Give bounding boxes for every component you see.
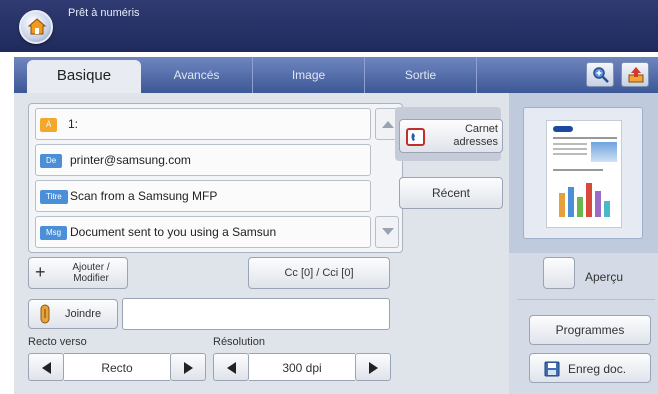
arrow-right-icon: [184, 362, 193, 374]
subject-field[interactable]: Titre Scan from a Samsung MFP: [35, 180, 371, 212]
to-value: 1:: [68, 117, 79, 131]
programs-button[interactable]: Programmes: [529, 315, 651, 345]
tab-sortie[interactable]: Sortie: [365, 57, 477, 93]
scroll-down-button[interactable]: [375, 216, 399, 248]
floppy-disk-icon: [544, 361, 560, 377]
tab-image[interactable]: Image: [253, 57, 365, 93]
address-book-label-2: adresses: [453, 136, 498, 148]
save-doc-label: Enreg doc.: [568, 362, 627, 376]
duplex-next-button[interactable]: [170, 353, 206, 381]
recent-button[interactable]: Récent: [399, 177, 503, 209]
tab-bar: Basique Avancés Image Sortie: [14, 57, 658, 93]
arrow-left-icon: [42, 362, 51, 374]
cc-bcc-button[interactable]: Cc [0] / Cci [0]: [248, 257, 390, 289]
from-badge: De: [40, 154, 63, 168]
message-value: Document sent to you using a Samsun: [70, 225, 277, 239]
thumbnail-photo: [591, 142, 617, 162]
right-panel: Aperçu Programmes Enreg doc.: [509, 93, 658, 394]
to-field[interactable]: À 1:: [35, 108, 371, 140]
address-book-button[interactable]: Carnet adresses: [399, 119, 503, 153]
address-book-icon: [406, 128, 425, 146]
preview-checkbox[interactable]: [543, 257, 575, 289]
status-bar: Prêt à numéris: [0, 0, 658, 52]
chevron-down-icon: [382, 228, 394, 235]
from-value: printer@samsung.com: [70, 153, 191, 167]
upload-button[interactable]: [621, 62, 649, 87]
preview-label: Aperçu: [585, 270, 624, 284]
attach-button[interactable]: Joindre: [28, 299, 118, 329]
plus-icon: +: [35, 262, 46, 282]
main-panel: À 1: De printer@samsung.com Titre Scan f…: [14, 93, 509, 394]
resolution-label: Résolution: [213, 336, 265, 348]
arrow-right-icon: [369, 362, 378, 374]
home-icon: [27, 17, 47, 40]
thumbnail-chart: [557, 179, 615, 217]
address-book-label-1: Carnet: [464, 123, 498, 135]
duplex-value: Recto: [64, 353, 170, 381]
preview-frame[interactable]: [523, 107, 643, 239]
subject-value: Scan from a Samsung MFP: [70, 189, 218, 203]
status-text: Prêt à numéris: [68, 7, 140, 19]
samsung-logo-icon: [553, 126, 573, 132]
tab-basique[interactable]: Basique: [27, 60, 141, 93]
duplex-label: Recto verso: [28, 336, 87, 348]
to-badge: À: [40, 118, 58, 132]
attach-label: Joindre: [65, 308, 102, 320]
add-modify-label-2: Modifier: [73, 273, 109, 284]
from-field[interactable]: De printer@samsung.com: [35, 144, 371, 176]
duplex-prev-button[interactable]: [28, 353, 64, 381]
message-badge: Msg: [40, 226, 68, 240]
resolution-value: 300 dpi: [249, 353, 355, 381]
resolution-prev-button[interactable]: [213, 353, 249, 381]
arrow-left-icon: [227, 362, 236, 374]
add-modify-label-1: Ajouter /: [72, 262, 110, 273]
zoom-in-icon: [593, 67, 609, 83]
paperclip-icon: [40, 304, 50, 324]
subject-badge: Titre: [40, 190, 68, 204]
resolution-next-button[interactable]: [355, 353, 391, 381]
home-button[interactable]: [19, 10, 53, 44]
attachment-field[interactable]: [122, 298, 390, 330]
message-field[interactable]: Msg Document sent to you using a Samsun: [35, 216, 371, 248]
tab-avances[interactable]: Avancés: [141, 57, 253, 93]
upload-icon: [628, 67, 644, 83]
chevron-up-icon: [382, 121, 394, 128]
save-doc-button[interactable]: Enreg doc.: [529, 353, 651, 383]
email-fields: À 1: De printer@samsung.com Titre Scan f…: [28, 103, 403, 253]
zoom-button[interactable]: [586, 62, 614, 87]
add-modify-button[interactable]: + Ajouter / Modifier: [28, 257, 128, 289]
document-thumbnail: [546, 120, 622, 228]
